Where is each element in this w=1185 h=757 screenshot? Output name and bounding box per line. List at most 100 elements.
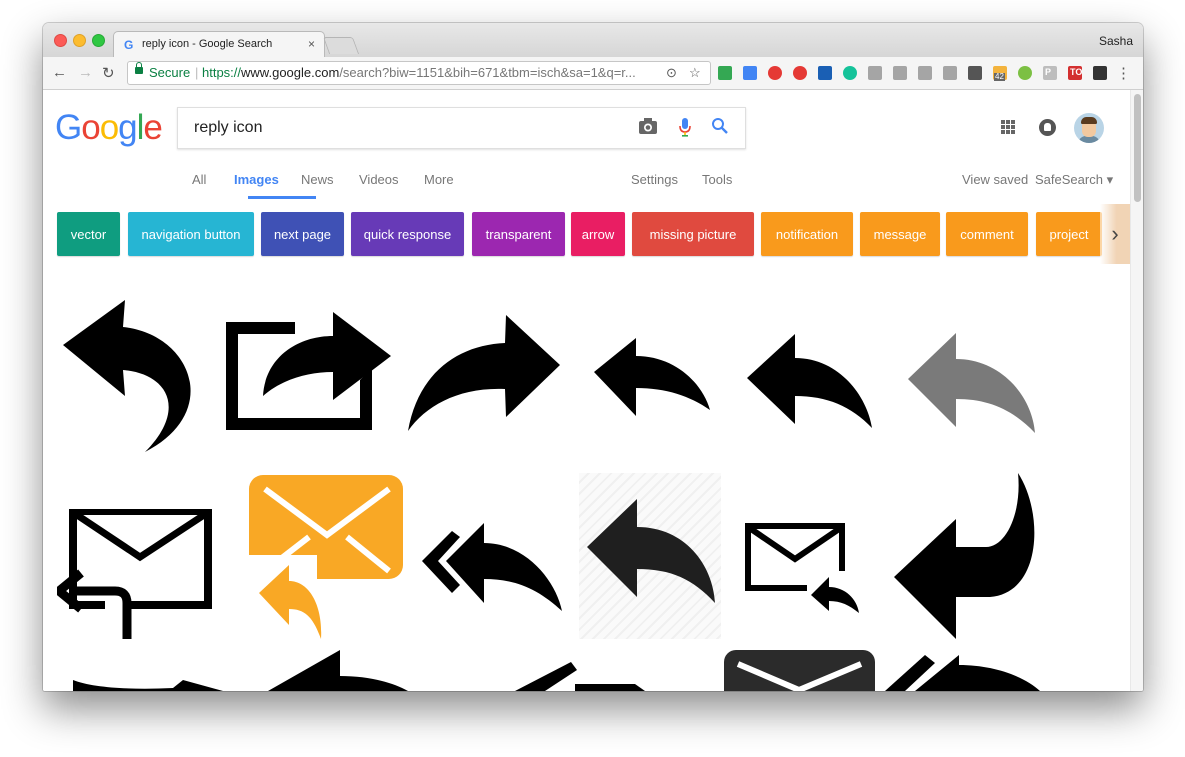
browser-tab[interactable]: G reply icon - Google Search × <box>113 31 325 58</box>
settings-link[interactable]: Settings <box>631 172 678 187</box>
extension-qr-icon[interactable] <box>1093 66 1107 80</box>
image-result-row3-2[interactable] <box>268 650 408 691</box>
image-result-mail-reply-small[interactable] <box>745 523 861 615</box>
chip-navigation-button[interactable]: navigation button <box>128 212 254 256</box>
reload-button[interactable]: ↻ <box>102 64 115 82</box>
address-bar[interactable]: Secure | https://www.google.com/search?b… <box>127 61 711 85</box>
logo-letter: o <box>99 108 119 147</box>
image-result-reply-small[interactable] <box>594 338 710 416</box>
tab-news[interactable]: News <box>301 172 334 187</box>
extension-adblock-icon[interactable] <box>768 66 782 80</box>
chip-arrow[interactable]: arrow <box>571 212 625 256</box>
image-result-reply-curve-black[interactable] <box>63 300 205 452</box>
search-input[interactable] <box>192 118 616 138</box>
browser-toolbar: ← → ↻ Secure | https://www.google.com/se… <box>43 57 1143 90</box>
zoom-window-button[interactable] <box>92 34 105 47</box>
extension-analytics-icon[interactable] <box>818 66 832 80</box>
extension-label: TO <box>1070 67 1083 77</box>
extension-grammarly-icon[interactable] <box>843 66 857 80</box>
location-target-icon[interactable]: ⊙ <box>666 65 677 81</box>
search-icon[interactable] <box>711 117 729 140</box>
search-box <box>177 107 746 149</box>
image-result-reply-all[interactable] <box>422 523 562 611</box>
tools-link[interactable]: Tools <box>702 172 732 187</box>
image-result-forward-arrow[interactable] <box>408 315 561 431</box>
chip-next-page[interactable]: next page <box>261 212 344 256</box>
extension-gray1-icon[interactable] <box>868 66 882 80</box>
image-result-reply-medium[interactable] <box>747 334 872 428</box>
view-saved-link[interactable]: View saved <box>962 172 1028 187</box>
tab-strip: G reply icon - Google Search × Sasha <box>43 23 1143 58</box>
scrollbar-thumb[interactable] <box>1134 94 1141 202</box>
google-logo[interactable]: Google <box>55 108 163 148</box>
url-path: /search?biw=1151&bih=671&tbm=isch&sa=1&q… <box>339 65 636 80</box>
url-text[interactable]: https://www.google.com/search?biw=1151&b… <box>202 65 636 80</box>
bookmark-star-icon[interactable]: ☆ <box>689 65 701 81</box>
safesearch-label: SafeSearch <box>1035 172 1103 187</box>
image-result-mail-reply-outline[interactable] <box>57 509 212 639</box>
notifications-bell-icon[interactable] <box>1039 119 1056 136</box>
logo-letter: e <box>143 108 162 147</box>
image-result-mail-reply-orange[interactable] <box>247 475 403 639</box>
close-window-button[interactable] <box>54 34 67 47</box>
chevron-right-icon: › <box>1111 221 1119 246</box>
camera-search-icon[interactable] <box>638 117 658 140</box>
minimize-window-button[interactable] <box>73 34 86 47</box>
active-tab-indicator <box>248 196 316 199</box>
browser-menu-icon[interactable]: ⋮ <box>1116 64 1131 82</box>
back-button[interactable]: ← <box>52 64 67 81</box>
logo-letter: G <box>55 108 82 147</box>
secure-label: Secure <box>149 65 191 80</box>
chip-quick-response[interactable]: quick response <box>351 212 464 256</box>
image-result-row3-mail-dark[interactable] <box>724 650 875 691</box>
logo-letter: g <box>118 108 137 147</box>
image-result-row3-3[interactable] <box>515 662 645 691</box>
extension-gray2-icon[interactable] <box>893 66 907 80</box>
tab-videos[interactable]: Videos <box>359 172 399 187</box>
extension-green-dot-icon[interactable] <box>1018 66 1032 80</box>
new-tab-button[interactable] <box>322 37 360 54</box>
extension-print-icon[interactable] <box>718 66 732 80</box>
chip-transparent[interactable]: transparent <box>472 212 565 256</box>
page-scrollbar[interactable] <box>1130 90 1143 691</box>
chip-notification[interactable]: notification <box>761 212 853 256</box>
chip-missing-picture[interactable]: missing picture <box>632 212 754 256</box>
extension-translate-icon[interactable] <box>743 66 757 80</box>
extension-todo-icon[interactable]: TO <box>1068 66 1082 80</box>
extension-pocket-icon[interactable] <box>968 66 982 80</box>
google-favicon-icon: G <box>124 38 134 52</box>
tab-close-icon[interactable]: × <box>308 37 315 51</box>
image-result-row3-reply-all[interactable] <box>885 655 1040 691</box>
logo-letter: o <box>81 108 100 147</box>
chips-next-button[interactable]: › <box>1100 204 1130 264</box>
tab-more[interactable]: More <box>424 172 454 187</box>
tab-all[interactable]: All <box>192 172 206 187</box>
profile-name[interactable]: Sasha <box>1099 34 1133 48</box>
image-result-share-box[interactable] <box>223 300 395 432</box>
extension-gray3-icon[interactable] <box>918 66 932 80</box>
safesearch-dropdown[interactable]: SafeSearch ▾ <box>1035 172 1113 188</box>
extension-gray4-icon[interactable] <box>943 66 957 80</box>
extension-badge-icon[interactable]: 42 <box>993 66 1007 81</box>
omnibox-separator: | <box>195 65 199 80</box>
extension-badge: 42 <box>994 72 1005 81</box>
extension-p-icon[interactable]: P <box>1043 66 1057 80</box>
browser-window: G reply icon - Google Search × Sasha ← →… <box>43 23 1143 691</box>
tab-images[interactable]: Images <box>234 172 279 187</box>
chip-message[interactable]: message <box>860 212 940 256</box>
image-result-reply-dark-patterned[interactable] <box>579 473 721 639</box>
tab-title: reply icon - Google Search <box>142 38 273 50</box>
url-protocol: https:// <box>202 65 242 80</box>
forward-button[interactable]: → <box>78 64 93 81</box>
voice-search-icon[interactable] <box>678 117 692 142</box>
chip-vector[interactable]: vector <box>57 212 120 256</box>
image-result-row3-1[interactable] <box>73 680 223 691</box>
image-result-reply-gray[interactable] <box>908 333 1035 433</box>
extension-opera-icon[interactable] <box>793 66 807 80</box>
chip-project[interactable]: project <box>1036 212 1102 256</box>
avatar[interactable] <box>1074 113 1104 143</box>
chip-comment[interactable]: comment <box>946 212 1028 256</box>
google-apps-icon[interactable] <box>1001 120 1015 134</box>
image-result-return-arrow[interactable] <box>894 473 1037 639</box>
google-images-page: Google All Images News Videos More <box>43 90 1143 691</box>
